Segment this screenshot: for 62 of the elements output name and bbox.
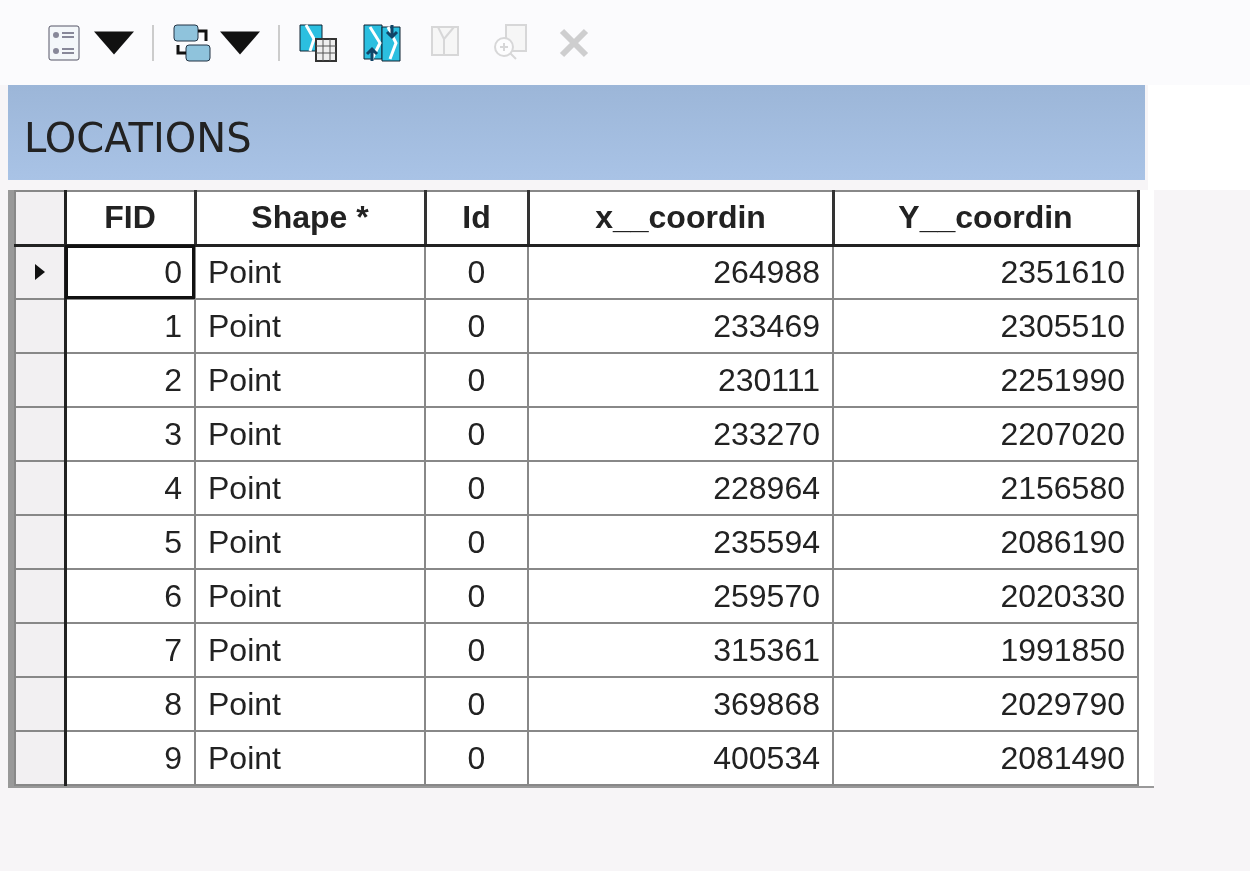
- table-cell: 6: [65, 569, 195, 623]
- table-cell: 7: [65, 623, 195, 677]
- table-cell: 2: [65, 353, 195, 407]
- table-cell: 259570: [528, 569, 833, 623]
- column-header[interactable]: Y__coordin: [833, 191, 1138, 245]
- table-cell: 235594: [528, 515, 833, 569]
- table-cell: 0: [425, 461, 528, 515]
- table-cell: Point: [195, 515, 425, 569]
- table-cell: 2020330: [833, 569, 1138, 623]
- row-selector[interactable]: [15, 245, 65, 299]
- column-header[interactable]: Shape *: [195, 191, 425, 245]
- table-cell: 400534: [528, 731, 833, 785]
- table-cell: 5: [65, 515, 195, 569]
- table-cell: 0: [425, 245, 528, 299]
- table-cell: 233270: [528, 407, 833, 461]
- column-header[interactable]: FID: [65, 191, 195, 245]
- table-title: LOCATIONS: [8, 85, 1145, 180]
- table-cell: Point: [195, 353, 425, 407]
- table-cell: 0: [425, 353, 528, 407]
- table-cell: 0: [425, 569, 528, 623]
- table-cell: 228964: [528, 461, 833, 515]
- related-tables-icon: [172, 22, 212, 63]
- table-cell: 4: [65, 461, 195, 515]
- table-cell: 2029790: [833, 677, 1138, 731]
- table-cell: 0: [425, 677, 528, 731]
- table-cell: Point: [195, 461, 425, 515]
- table-cell: Point: [195, 677, 425, 731]
- table-cell: 0: [425, 731, 528, 785]
- table-cell: Point: [195, 623, 425, 677]
- table-cell: 0: [425, 623, 528, 677]
- table-cell: 230111: [528, 353, 833, 407]
- table-cell: Point: [195, 299, 425, 353]
- table-cell: 2251990: [833, 353, 1138, 407]
- table-cell: 1: [65, 299, 195, 353]
- table-cell: 8: [65, 677, 195, 731]
- table-cell: 2351610: [833, 245, 1138, 299]
- select-by-attributes-icon: [298, 22, 338, 63]
- table-cell: 2207020: [833, 407, 1138, 461]
- table-cell: 264988: [528, 245, 833, 299]
- table-cell: Point: [195, 731, 425, 785]
- table-cell: 369868: [528, 677, 833, 731]
- table-cell: 0: [425, 299, 528, 353]
- table-cell: 0: [425, 515, 528, 569]
- table-cell: 2156580: [833, 461, 1138, 515]
- table-cell: 2081490: [833, 731, 1138, 785]
- table-cell: 0: [425, 407, 528, 461]
- column-header[interactable]: Id: [425, 191, 528, 245]
- table-cell: 315361: [528, 623, 833, 677]
- table-cell: 1991850: [833, 623, 1138, 677]
- table-cell: Point: [195, 245, 425, 299]
- table-cell: 3: [65, 407, 195, 461]
- table-cell: 0: [65, 245, 195, 299]
- table-cell: Point: [195, 407, 425, 461]
- table-cell: 9: [65, 731, 195, 785]
- select-all-cell[interactable]: [15, 191, 65, 245]
- table-cell: 2086190: [833, 515, 1138, 569]
- switch-selection-icon: [362, 22, 402, 63]
- table-cell: 2305510: [833, 299, 1138, 353]
- current-row-icon: [34, 264, 45, 281]
- table-cell: Point: [195, 569, 425, 623]
- column-header[interactable]: x__coordin: [528, 191, 833, 245]
- table-cell: 233469: [528, 299, 833, 353]
